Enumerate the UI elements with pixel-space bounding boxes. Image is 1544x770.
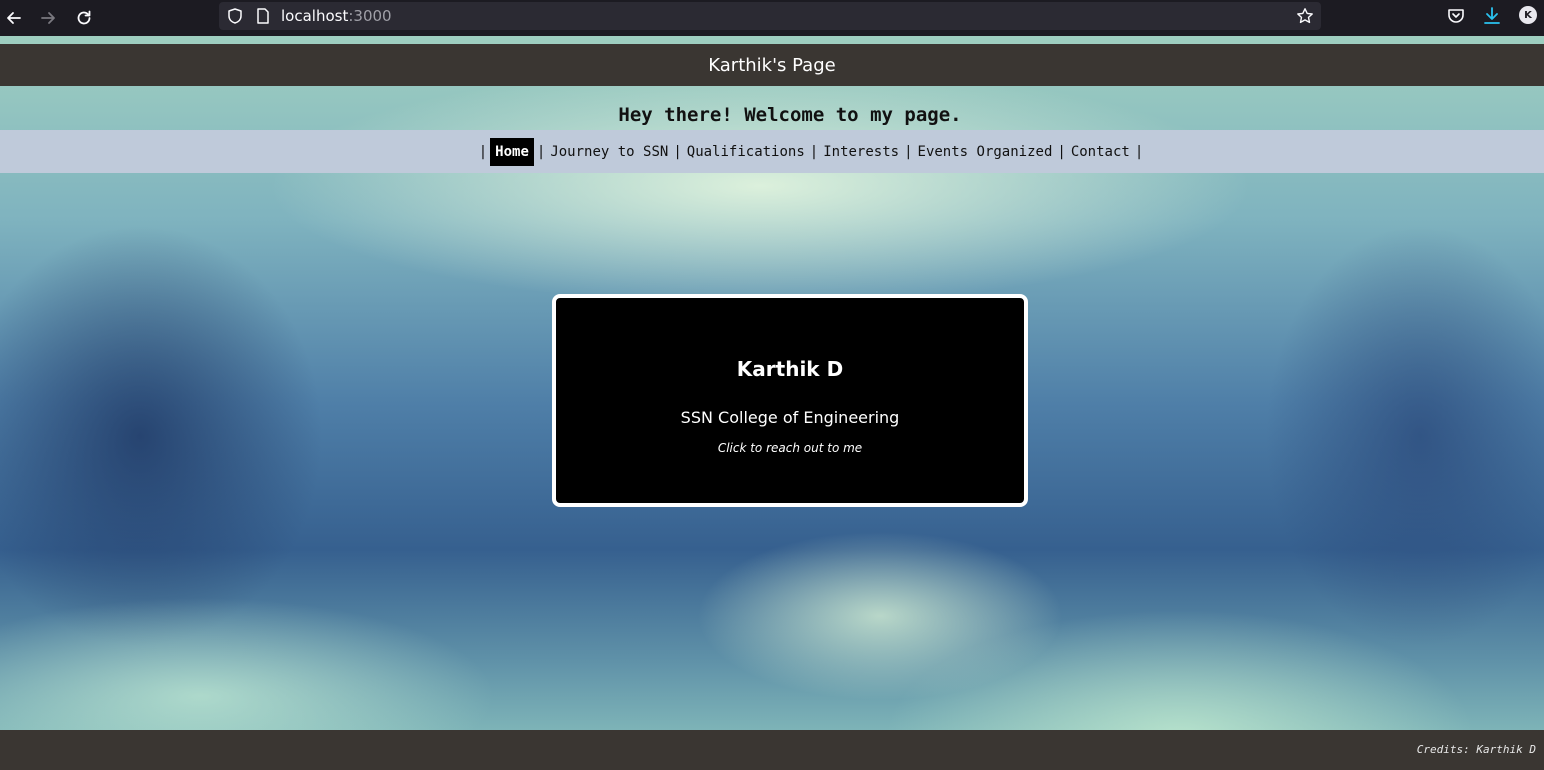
- url-port: :3000: [348, 7, 392, 25]
- reload-button[interactable]: [70, 4, 98, 32]
- nav-item-home[interactable]: Home: [490, 137, 534, 166]
- nav-separator: |: [904, 143, 913, 160]
- nav-separator: |: [673, 143, 682, 160]
- pocket-icon[interactable]: [1446, 6, 1466, 26]
- star-icon[interactable]: [1296, 7, 1314, 25]
- nav-item-journey[interactable]: Journey to SSN: [548, 144, 670, 160]
- profile-initial: K: [1524, 9, 1532, 21]
- nav-separator: |: [809, 143, 819, 160]
- forward-arrow-icon: [41, 12, 55, 24]
- main-nav: | Home | Journey to SSN | Qualifications…: [0, 130, 1544, 173]
- profile-name: Karthik D: [736, 357, 844, 381]
- reload-icon: [77, 10, 91, 25]
- site-footer: Credits: Karthik D: [0, 730, 1544, 770]
- nav-separator: |: [1134, 143, 1144, 160]
- profile-avatar[interactable]: K: [1519, 6, 1537, 24]
- welcome-heading: Hey there! Welcome to my page.: [618, 104, 962, 126]
- shield-icon[interactable]: [226, 7, 244, 25]
- profile-college: SSN College of Engineering: [680, 408, 900, 427]
- site-header: Karthik's Page: [0, 44, 1544, 86]
- back-button[interactable]: [0, 4, 28, 32]
- url-host: localhost: [281, 7, 349, 25]
- page-viewport: Karthik's Page Hey there! Welcome to my …: [0, 36, 1544, 770]
- nav-item-qualifications[interactable]: Qualifications: [685, 144, 807, 160]
- nav-separator: |: [478, 143, 488, 160]
- footer-credits: Credits: Karthik D: [1416, 743, 1536, 756]
- back-arrow-icon: [7, 12, 21, 24]
- nav-item-interests[interactable]: Interests: [821, 144, 901, 160]
- profile-card[interactable]: Karthik D SSN College of Engineering Cli…: [552, 294, 1028, 507]
- address-bar[interactable]: localhost:3000: [219, 2, 1321, 30]
- nav-separator: |: [536, 143, 546, 160]
- page-icon[interactable]: [254, 7, 272, 25]
- forward-button[interactable]: [34, 4, 62, 32]
- browser-toolbar: localhost:3000 K: [0, 0, 1544, 36]
- nav-item-contact[interactable]: Contact: [1069, 144, 1132, 160]
- nav-separator: |: [1057, 143, 1066, 160]
- nav-item-events[interactable]: Events Organized: [916, 144, 1055, 160]
- url-text[interactable]: localhost:3000: [281, 7, 392, 25]
- download-icon[interactable]: [1482, 6, 1502, 26]
- contact-cta-link[interactable]: Click to reach out to me: [718, 441, 862, 455]
- site-title: Karthik's Page: [708, 54, 836, 76]
